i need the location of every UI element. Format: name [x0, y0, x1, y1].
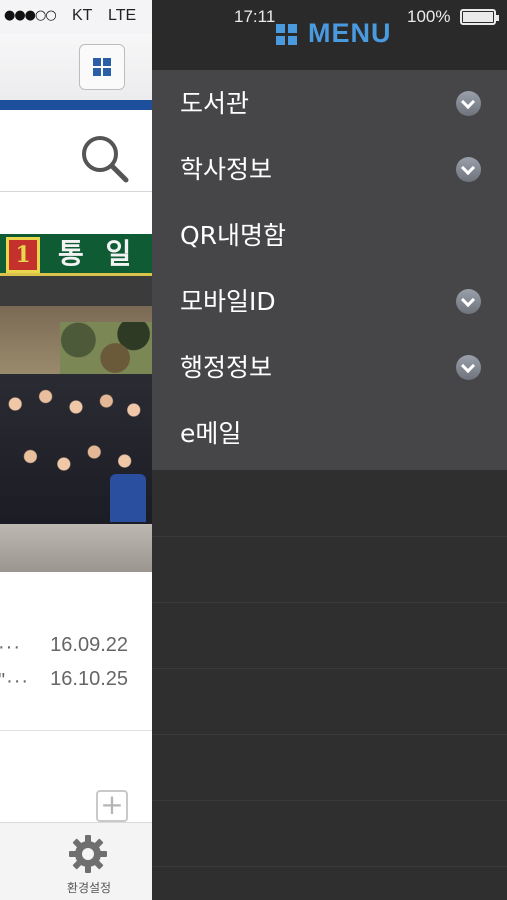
- network-type: LTE: [108, 7, 137, 24]
- news-title: ···: [0, 636, 21, 658]
- menu-item-mobile-id[interactable]: 모바일ID: [152, 268, 507, 334]
- menu-empty-row: [152, 602, 507, 668]
- news-date: 16.09.22: [50, 634, 128, 656]
- menu-title-text: MENU: [308, 18, 392, 48]
- gear-icon[interactable]: [67, 833, 109, 875]
- news-date: 16.10.25: [50, 668, 128, 690]
- photo-badge: 1: [6, 237, 40, 273]
- menu-empty-row: [152, 536, 507, 602]
- menu-item-admin-info[interactable]: 행정정보: [152, 334, 507, 400]
- battery-percent: 100%: [407, 7, 451, 26]
- menu-empty-row: [152, 800, 507, 866]
- news-title: "···: [0, 670, 30, 692]
- chevron-down-icon[interactable]: [456, 355, 481, 380]
- status-time: 17:11: [234, 7, 276, 26]
- menu-item-label: 모바일ID: [180, 287, 276, 316]
- menu-item-label: 도서관: [180, 89, 250, 118]
- menu-item-label: QR내명함: [180, 221, 287, 250]
- divider: [0, 730, 152, 731]
- signal-strength-icon: ●●●○○: [4, 8, 57, 23]
- status-bar-left: ●●●○○ KT LTE: [0, 0, 152, 34]
- news-item[interactable]: "··· 16.10.25: [0, 666, 152, 696]
- app-header: [0, 34, 152, 100]
- grid-icon: [276, 24, 298, 46]
- photo-sign: 1 통 일: [0, 234, 152, 276]
- chevron-down-icon[interactable]: [456, 289, 481, 314]
- chevron-down-icon[interactable]: [456, 157, 481, 182]
- menu-item-label: 행정정보: [180, 353, 273, 382]
- menu-item-academic-info[interactable]: 학사정보: [152, 136, 507, 202]
- side-menu: 17:11 100% MENU 도서관 학사정보 QR내명함 모바일ID 행정정…: [152, 0, 507, 900]
- menu-empty-row: [152, 668, 507, 734]
- menu-list: 도서관 학사정보 QR내명함 모바일ID 행정정보 e메일: [152, 70, 507, 470]
- grid-menu-button[interactable]: [79, 44, 125, 90]
- battery-icon: [460, 9, 499, 25]
- menu-empty-row: [152, 866, 507, 900]
- menu-item-email[interactable]: e메일: [152, 400, 507, 466]
- header-divider: [0, 100, 152, 110]
- search-icon[interactable]: [78, 132, 130, 184]
- grid-icon: [93, 58, 101, 66]
- carrier-name: KT: [72, 7, 93, 24]
- more-button[interactable]: +: [96, 790, 128, 822]
- photo-sign-text: 통 일: [58, 237, 138, 270]
- chevron-down-icon[interactable]: [456, 91, 481, 116]
- news-item[interactable]: ··· 16.09.22: [0, 632, 152, 662]
- menu-empty-row: [152, 734, 507, 800]
- settings-tab-label[interactable]: 환경설정: [58, 879, 120, 896]
- banner-photo[interactable]: 1 통 일: [0, 234, 152, 572]
- menu-item-qr-card[interactable]: QR내명함: [152, 202, 507, 268]
- search-bar[interactable]: [0, 110, 152, 192]
- menu-item-label: 학사정보: [180, 155, 273, 184]
- menu-item-label: e메일: [180, 419, 242, 448]
- menu-item-library[interactable]: 도서관: [152, 70, 507, 136]
- app-screen: ●●●○○ KT LTE 1 통 일 ··· 16.09.22 "··· 16.…: [0, 0, 152, 900]
- tab-bar: 환경설정: [0, 822, 152, 900]
- menu-header: 17:11 100% MENU: [152, 0, 507, 70]
